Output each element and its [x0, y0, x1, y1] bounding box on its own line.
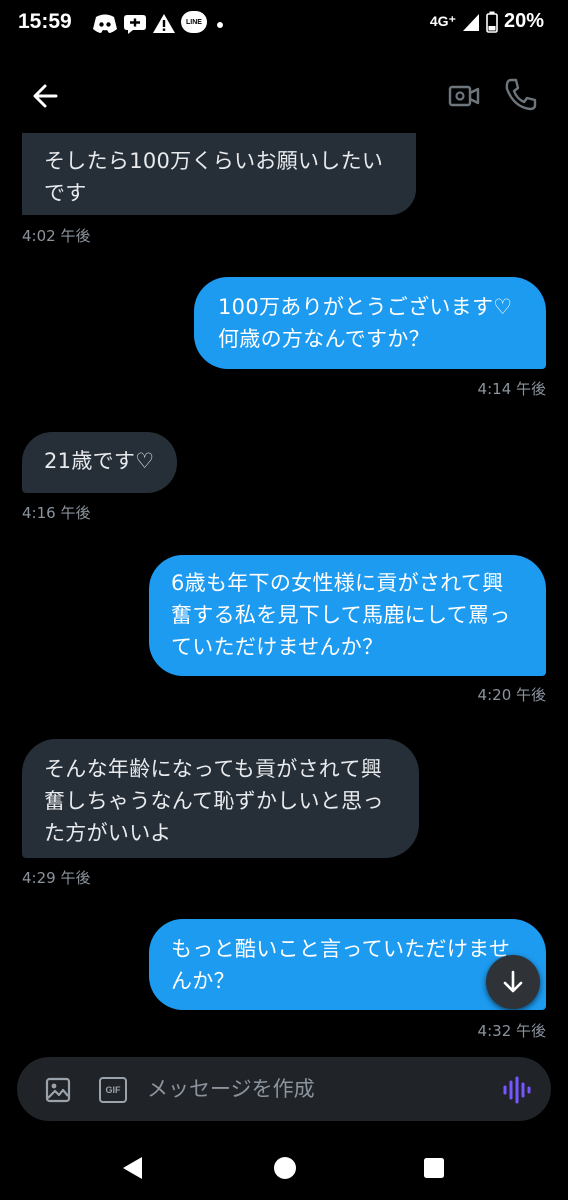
- message-sent-2[interactable]: 6歳も年下の女性様に貢がされて興 奮する私を見下して馬鹿にして罵っ ていただけま…: [149, 555, 546, 676]
- signal-icon: [462, 13, 479, 31]
- chat-bubble-icon: [124, 15, 146, 34]
- status-time: 15:59: [18, 10, 72, 33]
- discord-icon: [93, 14, 117, 33]
- conversation-header: [0, 60, 568, 132]
- message-timestamp: 4:14 午後: [477, 380, 546, 398]
- arrow-down-icon: [503, 970, 523, 993]
- battery-icon: [486, 11, 498, 33]
- message-received-3[interactable]: そんな年齢になっても貢がされて興 奮しちゃうなんて恥ずかしいと思っ た方がいいよ: [22, 739, 419, 858]
- message-sent-1[interactable]: 100万ありがとうございます♡ 何歳の方なんですか？: [194, 277, 546, 369]
- scroll-to-bottom-button[interactable]: [486, 955, 540, 1009]
- image-icon[interactable]: [45, 1077, 71, 1103]
- nav-home-icon[interactable]: [272, 1155, 298, 1181]
- warning-icon: [153, 14, 175, 33]
- message-received-2[interactable]: 21歳です♡: [22, 432, 177, 493]
- nav-recents-icon[interactable]: [422, 1156, 446, 1180]
- phone-icon[interactable]: [502, 76, 538, 114]
- message-sent-3[interactable]: もっと酷いこと言っていただけませ んか？: [149, 919, 546, 1010]
- gif-icon[interactable]: GIF: [99, 1077, 127, 1103]
- message-input[interactable]: [147, 1071, 487, 1107]
- dot-icon: [217, 22, 223, 28]
- nav-back-icon[interactable]: [120, 1155, 146, 1181]
- message-timestamp: 4:29 午後: [22, 869, 91, 887]
- message-timestamp: 4:02 午後: [22, 227, 91, 245]
- status-bar: 15:59 LINE 4G⁺ 20%: [0, 0, 568, 48]
- message-composer: GIF: [17, 1057, 551, 1121]
- message-timestamp: 4:20 午後: [477, 686, 546, 704]
- system-nav-bar: [0, 1135, 568, 1200]
- line-icon: LINE: [181, 11, 207, 33]
- message-timestamp: 4:16 午後: [22, 504, 91, 522]
- back-arrow-icon[interactable]: [28, 78, 64, 114]
- gif-label: GIF: [105, 1085, 121, 1095]
- message-received-1[interactable]: そしたら100万くらいお願いしたい です: [22, 133, 416, 215]
- message-timestamp: 4:32 午後: [477, 1022, 546, 1040]
- line-icon-label: LINE: [186, 18, 202, 26]
- voice-icon[interactable]: [501, 1075, 531, 1105]
- video-call-icon[interactable]: [446, 78, 482, 114]
- status-right-group: 4G⁺ 20%: [430, 10, 544, 33]
- network-type: 4G⁺: [429, 13, 456, 29]
- battery-percentage: 20%: [503, 10, 544, 32]
